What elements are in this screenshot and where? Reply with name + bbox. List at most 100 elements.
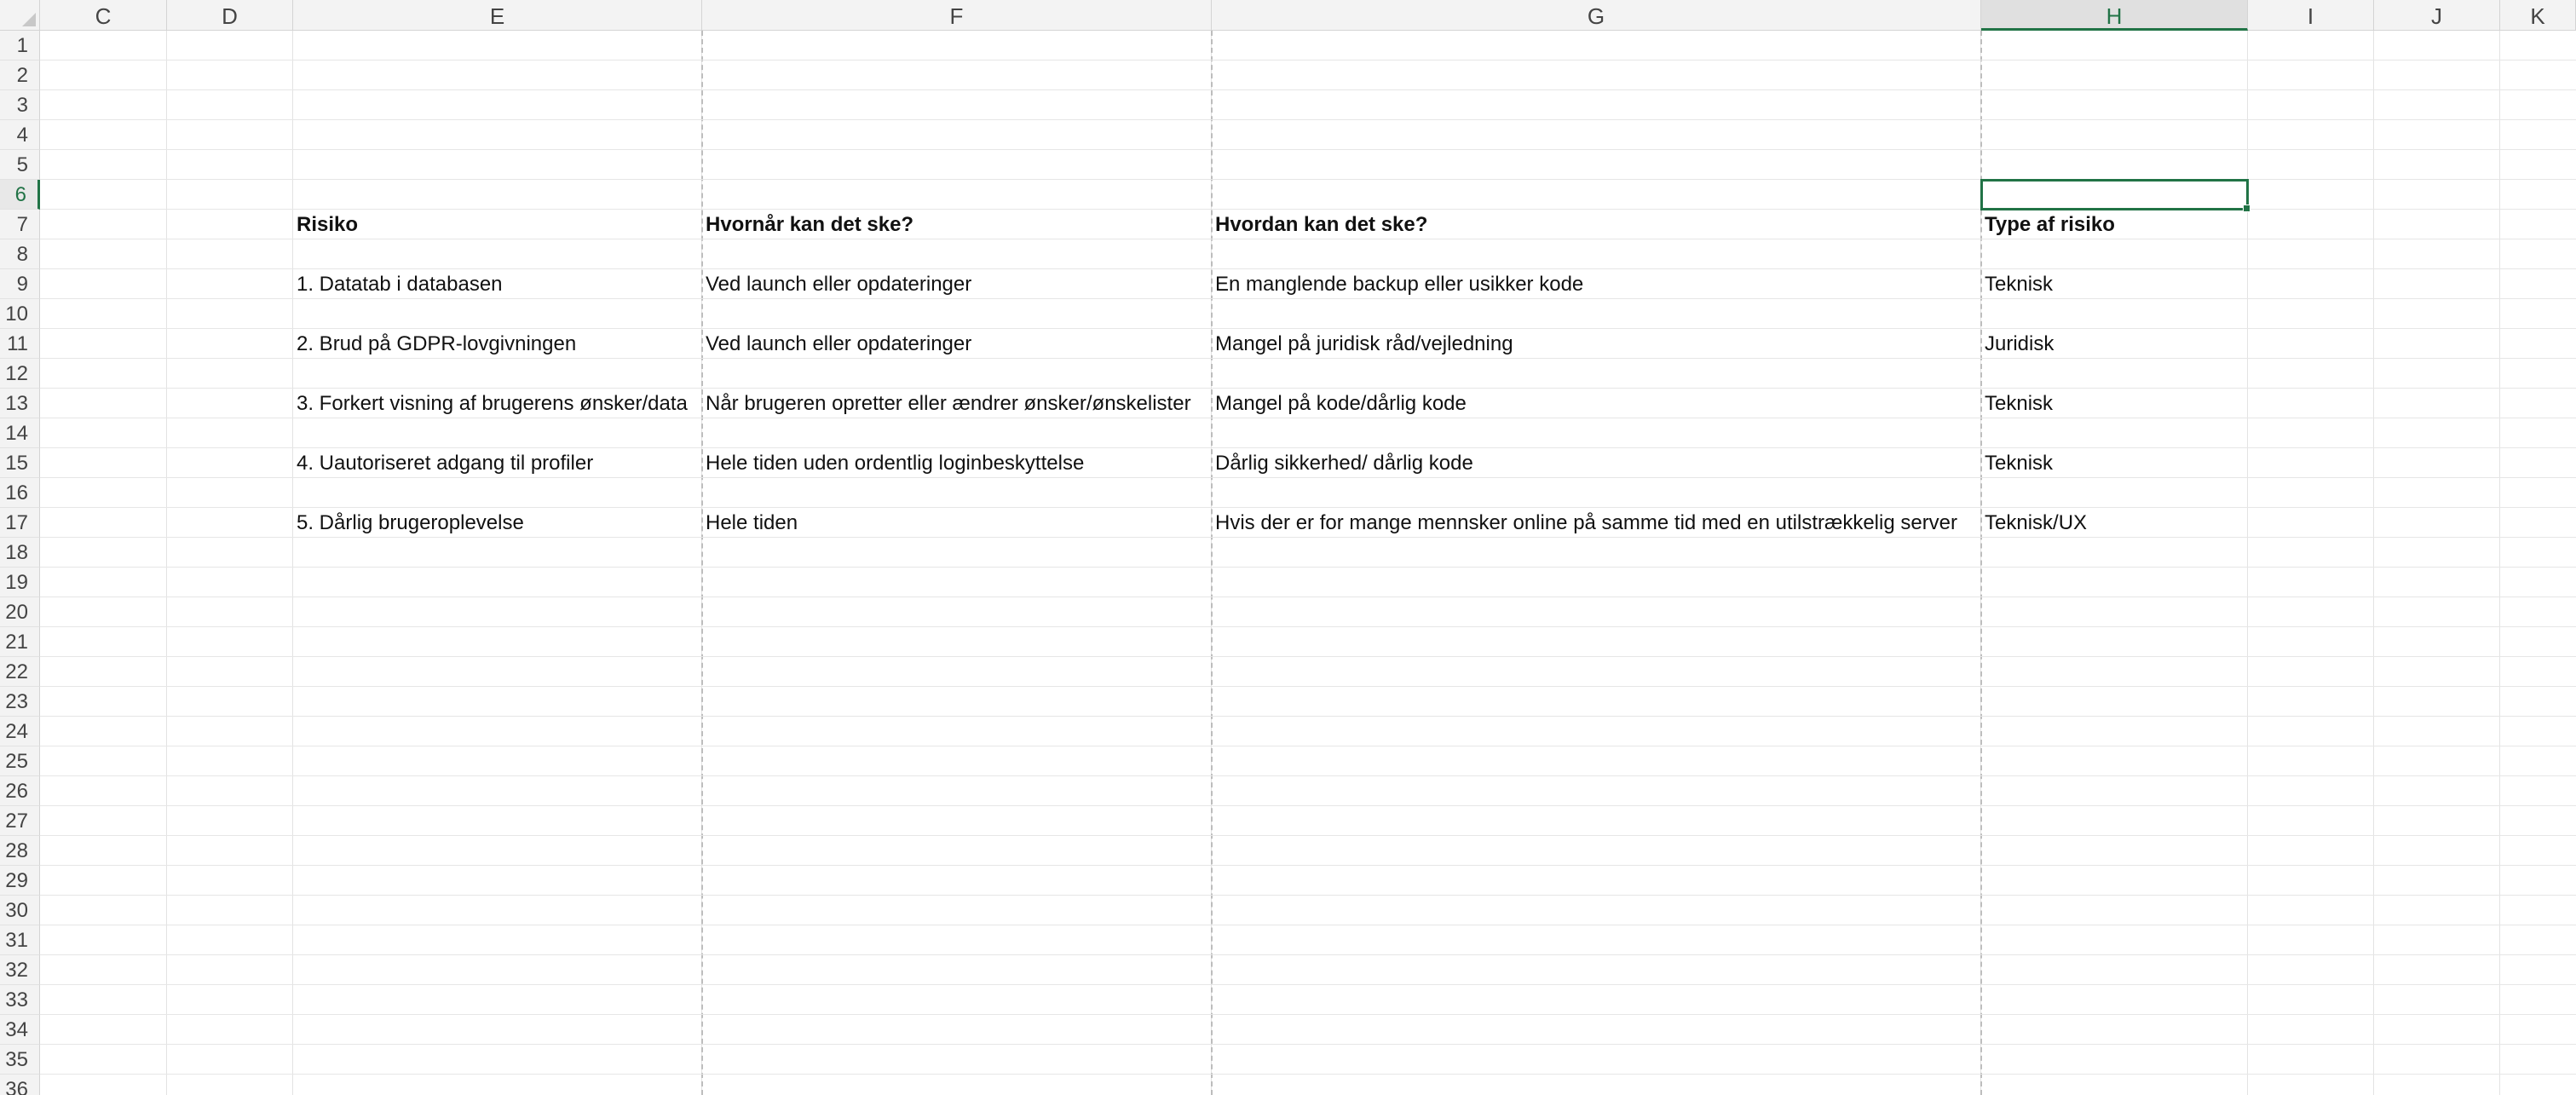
- row-header-12[interactable]: 12: [0, 359, 40, 389]
- how-cell[interactable]: Mangel på juridisk råd/vejledning: [1212, 329, 1513, 359]
- row-header-18[interactable]: 18: [0, 538, 40, 568]
- column-header-c[interactable]: C: [40, 0, 167, 31]
- when-cell[interactable]: Ved launch eller opdateringer: [702, 329, 971, 359]
- type-cell[interactable]: Teknisk: [1981, 389, 2053, 418]
- row-header-23[interactable]: 23: [0, 687, 40, 717]
- row-header-22[interactable]: 22: [0, 657, 40, 687]
- row-header-25[interactable]: 25: [0, 746, 40, 776]
- row-header-21[interactable]: 21: [0, 627, 40, 657]
- active-cell-selection[interactable]: [1980, 179, 2250, 212]
- column-header-i[interactable]: I: [2248, 0, 2374, 31]
- column-header-d[interactable]: D: [167, 0, 293, 31]
- row-header-1[interactable]: 1: [0, 31, 40, 61]
- column-header-e[interactable]: E: [293, 0, 702, 31]
- row-header-8[interactable]: 8: [0, 239, 40, 269]
- row-header-11[interactable]: 11: [0, 329, 40, 359]
- row-gridline: [40, 805, 2576, 806]
- column-header-h[interactable]: H: [1981, 0, 2248, 31]
- row-gridline: [40, 119, 2576, 120]
- column-header-g[interactable]: G: [1212, 0, 1981, 31]
- risk-cell[interactable]: 5. Dårlig brugeroplevelse: [293, 508, 524, 538]
- when-cell[interactable]: Når brugeren opretter eller ændrer ønske…: [702, 389, 1191, 418]
- row-header-31[interactable]: 31: [0, 925, 40, 955]
- row-header-28[interactable]: 28: [0, 836, 40, 866]
- column-gridline: [166, 31, 167, 1095]
- row-gridline: [40, 1074, 2576, 1075]
- how-cell[interactable]: Hvis der er for mange mennsker online på…: [1212, 508, 1957, 538]
- row-gridline: [40, 1014, 2576, 1015]
- risk-cell[interactable]: 1. Datatab i databasen: [293, 269, 503, 299]
- when-cell[interactable]: Hele tiden uden ordentlig loginbeskyttel…: [702, 448, 1084, 478]
- row-header-5[interactable]: 5: [0, 150, 40, 180]
- row-header-27[interactable]: 27: [0, 806, 40, 836]
- when-cell[interactable]: Ved launch eller opdateringer: [702, 269, 971, 299]
- row-header-13[interactable]: 13: [0, 389, 40, 418]
- column-header-f[interactable]: F: [702, 0, 1212, 31]
- risk-cell[interactable]: 3. Forkert visning af brugerens ønsker/d…: [293, 389, 688, 418]
- row-header-9[interactable]: 9: [0, 269, 40, 299]
- row-header-29[interactable]: 29: [0, 866, 40, 896]
- how-cell[interactable]: En manglende backup eller usikker kode: [1212, 269, 1583, 299]
- type-cell[interactable]: Teknisk: [1981, 269, 2053, 299]
- row-gridline: [40, 89, 2576, 90]
- header-cell-type[interactable]: Type af risiko: [1981, 210, 2115, 239]
- page-break-line: [1211, 31, 1213, 1095]
- row-header-33[interactable]: 33: [0, 985, 40, 1015]
- fill-handle[interactable]: [2243, 205, 2250, 212]
- row-header-24[interactable]: 24: [0, 717, 40, 746]
- risk-cell[interactable]: 4. Uautoriseret adgang til profiler: [293, 448, 593, 478]
- select-all-triangle-icon: [22, 13, 36, 26]
- row-header-16[interactable]: 16: [0, 478, 40, 508]
- column-header-k[interactable]: K: [2500, 0, 2576, 31]
- row-header-36[interactable]: 36: [0, 1075, 40, 1095]
- risk-cell[interactable]: 2. Brud på GDPR-lovgivningen: [293, 329, 576, 359]
- row-gridline: [40, 149, 2576, 150]
- row-gridline: [40, 865, 2576, 866]
- column-gridline: [2499, 31, 2500, 1095]
- column-gridline: [2373, 31, 2374, 1095]
- row-header-19[interactable]: 19: [0, 568, 40, 597]
- row-gridline: [40, 656, 2576, 657]
- row-header-15[interactable]: 15: [0, 448, 40, 478]
- row-header-35[interactable]: 35: [0, 1045, 40, 1075]
- row-gridline: [40, 775, 2576, 776]
- row-header-6[interactable]: 6: [0, 180, 40, 210]
- row-gridline: [40, 716, 2576, 717]
- row-header-2[interactable]: 2: [0, 61, 40, 90]
- column-header-j[interactable]: J: [2374, 0, 2500, 31]
- row-header-14[interactable]: 14: [0, 418, 40, 448]
- spreadsheet-grid[interactable]: CDEFGHIJK 1 2 3 4 5 6 7 8 9 10 11 12 13 14 15 16 17 18 19 2…: [0, 0, 2576, 1095]
- row-gridline: [40, 686, 2576, 687]
- row-gridline: [40, 835, 2576, 836]
- row-header-10[interactable]: 10: [0, 299, 40, 329]
- select-all-corner[interactable]: [0, 0, 40, 31]
- header-cell-risk[interactable]: Risiko: [293, 210, 358, 239]
- row-gridline: [40, 626, 2576, 627]
- when-cell[interactable]: Hele tiden: [702, 508, 798, 538]
- how-cell[interactable]: Mangel på kode/dårlig kode: [1212, 389, 1467, 418]
- header-cell-how[interactable]: Hvordan kan det ske?: [1212, 210, 1427, 239]
- row-header-26[interactable]: 26: [0, 776, 40, 806]
- row-gridline: [40, 984, 2576, 985]
- row-header-7[interactable]: 7: [0, 210, 40, 239]
- row-gridline: [40, 596, 2576, 597]
- row-header-34[interactable]: 34: [0, 1015, 40, 1045]
- type-cell[interactable]: Juridisk: [1981, 329, 2054, 359]
- row-header-32[interactable]: 32: [0, 955, 40, 985]
- type-cell[interactable]: Teknisk/UX: [1981, 508, 2087, 538]
- type-cell[interactable]: Teknisk: [1981, 448, 2053, 478]
- row-gridline: [40, 60, 2576, 61]
- page-break-line: [701, 31, 703, 1095]
- column-gridline: [292, 31, 293, 1095]
- row-header-3[interactable]: 3: [0, 90, 40, 120]
- header-cell-when[interactable]: Hvornår kan det ske?: [702, 210, 913, 239]
- row-gridline: [40, 1044, 2576, 1045]
- cell-area[interactable]: Risiko Hvornår kan det ske? Hvordan kan …: [40, 31, 2576, 1095]
- row-gridline: [40, 567, 2576, 568]
- row-gridline: [40, 895, 2576, 896]
- row-header-30[interactable]: 30: [0, 896, 40, 925]
- row-header-17[interactable]: 17: [0, 508, 40, 538]
- row-header-4[interactable]: 4: [0, 120, 40, 150]
- how-cell[interactable]: Dårlig sikkerhed/ dårlig kode: [1212, 448, 1473, 478]
- row-header-20[interactable]: 20: [0, 597, 40, 627]
